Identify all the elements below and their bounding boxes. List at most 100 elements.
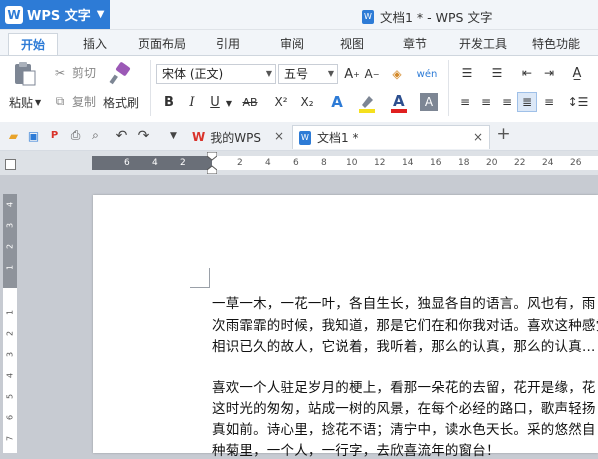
ruler-label: 4 — [265, 158, 271, 168]
strikethrough-button[interactable]: AB — [238, 93, 262, 111]
highlight-button[interactable] — [356, 92, 380, 114]
ruler-label: 12 — [374, 158, 386, 168]
paragraph-line[interactable]: 种菊里，一个人，一行字，去欣喜流年的窗台！ — [212, 439, 500, 459]
cut-button[interactable]: ✂ 剪切 — [52, 64, 96, 81]
bold-button[interactable]: B — [160, 93, 178, 111]
font-color-swatch — [391, 109, 407, 113]
app-name: WPS 文字 — [27, 9, 91, 24]
print-icon[interactable]: ⎙ — [68, 128, 83, 143]
format-painter-icon[interactable] — [108, 62, 136, 86]
paragraph-line[interactable]: 一草一木，一花一叶，各自生长，独显各自的语言。风也有，雨 — [212, 292, 596, 312]
doc-tab-my-wps[interactable]: W 我的WPS × — [186, 125, 290, 149]
ruler-label: 1 — [5, 309, 15, 316]
doc-tab-label: 文档1 * — [317, 131, 359, 145]
paste-label: 粘贴 — [9, 96, 34, 110]
paragraph-line[interactable]: 相识已久的故人，它说着，我听着，那么的认真，那么的认真… — [212, 335, 596, 355]
ruler-label: 24 — [542, 158, 554, 168]
ribbon-tab-bar: 开始 插入 页面布局 引用 审阅 视图 章节 开发工具 特色功能 — [0, 30, 598, 55]
tab-home[interactable]: 开始 — [8, 33, 58, 55]
distributed-icon[interactable]: ≡ — [540, 93, 558, 111]
ruler-label: 3 — [5, 222, 15, 229]
open-folder-icon[interactable]: ▰ — [6, 128, 21, 143]
line-spacing-icon[interactable]: ↕☰ — [566, 93, 590, 111]
justify-icon[interactable]: ≣ — [517, 92, 537, 112]
paragraph-line[interactable]: 次雨霏霏的时候，我知道，那是它们在和你我对话。喜欢这种感觉 — [212, 314, 598, 334]
pinyin-guide-icon[interactable]: wén — [414, 63, 440, 85]
superscript-button[interactable]: X² — [270, 93, 292, 111]
ruler-label: 2 — [5, 243, 15, 250]
decrease-indent-icon[interactable]: ⇤ — [518, 64, 536, 82]
new-tab-icon[interactable]: + — [496, 124, 511, 144]
paragraph-line[interactable]: 这时光的匆匆，站成一树的风景，在每个必经的路口，歌声轻扬 — [212, 397, 596, 417]
chevron-down-icon: ▼ — [96, 9, 105, 20]
indent-marker-icon[interactable] — [206, 151, 218, 175]
chevron-down-icon: ▼ — [327, 69, 334, 78]
numbered-list-icon[interactable]: ☰ — [486, 64, 508, 82]
text-case-icon[interactable]: A̲ — [564, 64, 590, 82]
char-shading-icon[interactable]: A — [420, 93, 438, 111]
align-right-icon[interactable]: ≡ — [498, 93, 516, 111]
save-icon[interactable]: ▣ — [26, 128, 41, 143]
margin-corner-mark — [190, 268, 210, 288]
font-name-select[interactable]: 宋体 (正文) ▼ — [156, 64, 276, 84]
undo-icon[interactable]: ↶ — [114, 128, 129, 144]
tab-stop-selector-icon[interactable] — [5, 159, 16, 170]
align-center-icon[interactable]: ≡ — [477, 93, 495, 111]
tab-page-layout[interactable]: 页面布局 — [133, 33, 191, 55]
paste-button[interactable]: 粘贴 ▼ — [9, 94, 41, 111]
font-color-letter: A — [393, 92, 405, 110]
paragraph-line[interactable]: 真如前。诗心里，捻花不语；清宁中，读水色天长。采的悠然自 — [212, 418, 596, 438]
tab-developer[interactable]: 开发工具 — [452, 33, 514, 55]
font-size-select[interactable]: 五号 ▼ — [278, 64, 338, 84]
tab-view[interactable]: 视图 — [330, 33, 374, 55]
ruler-label: 4 — [5, 201, 15, 208]
shrink-font-icon[interactable]: A − — [363, 65, 381, 83]
ruler-label: 10 — [346, 158, 358, 168]
app-menu-button[interactable]: W WPS 文字 ▼ — [0, 0, 110, 29]
document-icon: W — [362, 9, 374, 24]
close-icon[interactable]: × — [473, 130, 483, 144]
ruler-label: 6 — [124, 158, 130, 168]
format-painter-button[interactable]: 格式刷 — [103, 94, 139, 111]
increase-indent-icon[interactable]: ⇥ — [540, 64, 558, 82]
clear-format-icon[interactable]: ◈ — [388, 65, 406, 83]
copy-button[interactable]: ⧉ 复制 — [52, 93, 96, 110]
close-icon[interactable]: × — [274, 129, 284, 143]
chevron-down-icon[interactable]: ▼ — [224, 94, 234, 112]
tab-references[interactable]: 引用 — [206, 33, 250, 55]
ruler-label: 4 — [5, 372, 15, 379]
bullet-list-icon[interactable]: ☰ — [456, 64, 478, 82]
underline-button[interactable]: U — [206, 93, 224, 111]
italic-button[interactable]: I — [183, 93, 201, 111]
font-color-button[interactable]: A — [388, 92, 410, 114]
chevron-down-icon: ▼ — [35, 98, 42, 107]
tab-features[interactable]: 特色功能 — [525, 33, 587, 55]
subscript-button[interactable]: X₂ — [296, 93, 318, 111]
format-painter-label: 格式刷 — [103, 96, 140, 110]
ruler-label: 14 — [402, 158, 414, 168]
tab-review[interactable]: 审阅 — [270, 33, 314, 55]
font-name-value: 宋体 (正文) — [162, 67, 224, 81]
tab-sections[interactable]: 章节 — [393, 33, 437, 55]
ruler-label: 6 — [5, 414, 15, 421]
print-preview-icon[interactable]: ⌕ — [88, 128, 103, 143]
doc-tab-label: 我的WPS — [210, 130, 261, 145]
copy-icon: ⧉ — [55, 94, 65, 108]
pdf-export-icon[interactable]: P — [47, 128, 62, 143]
chevron-down-icon[interactable]: ▼ — [166, 128, 181, 143]
ruler-label: 2 — [180, 158, 186, 168]
ruler-label: 20 — [486, 158, 498, 168]
cut-label: 剪切 — [72, 66, 97, 80]
redo-icon[interactable]: ↷ — [136, 128, 151, 144]
copy-label: 复制 — [72, 95, 97, 109]
divider — [150, 60, 151, 116]
doc-tab-document1[interactable]: W 文档1 * × — [292, 125, 490, 149]
paragraph-line[interactable]: 喜欢一个人驻足岁月的梗上，看那一朵花的去留，花开是缘，花 — [212, 376, 596, 396]
text-effect-icon[interactable]: A — [328, 92, 346, 112]
tab-insert[interactable]: 插入 — [70, 33, 120, 55]
align-left-icon[interactable]: ≡ — [456, 93, 474, 111]
quick-access-bar: ▰ ▣ P ⎙ ⌕ ↶ ↷ ▼ W 我的WPS × W 文档1 * × + — [0, 122, 598, 151]
grow-font-icon[interactable]: A + — [343, 65, 361, 83]
wps-logo-icon: W — [192, 130, 206, 144]
paste-icon[interactable] — [12, 61, 40, 87]
